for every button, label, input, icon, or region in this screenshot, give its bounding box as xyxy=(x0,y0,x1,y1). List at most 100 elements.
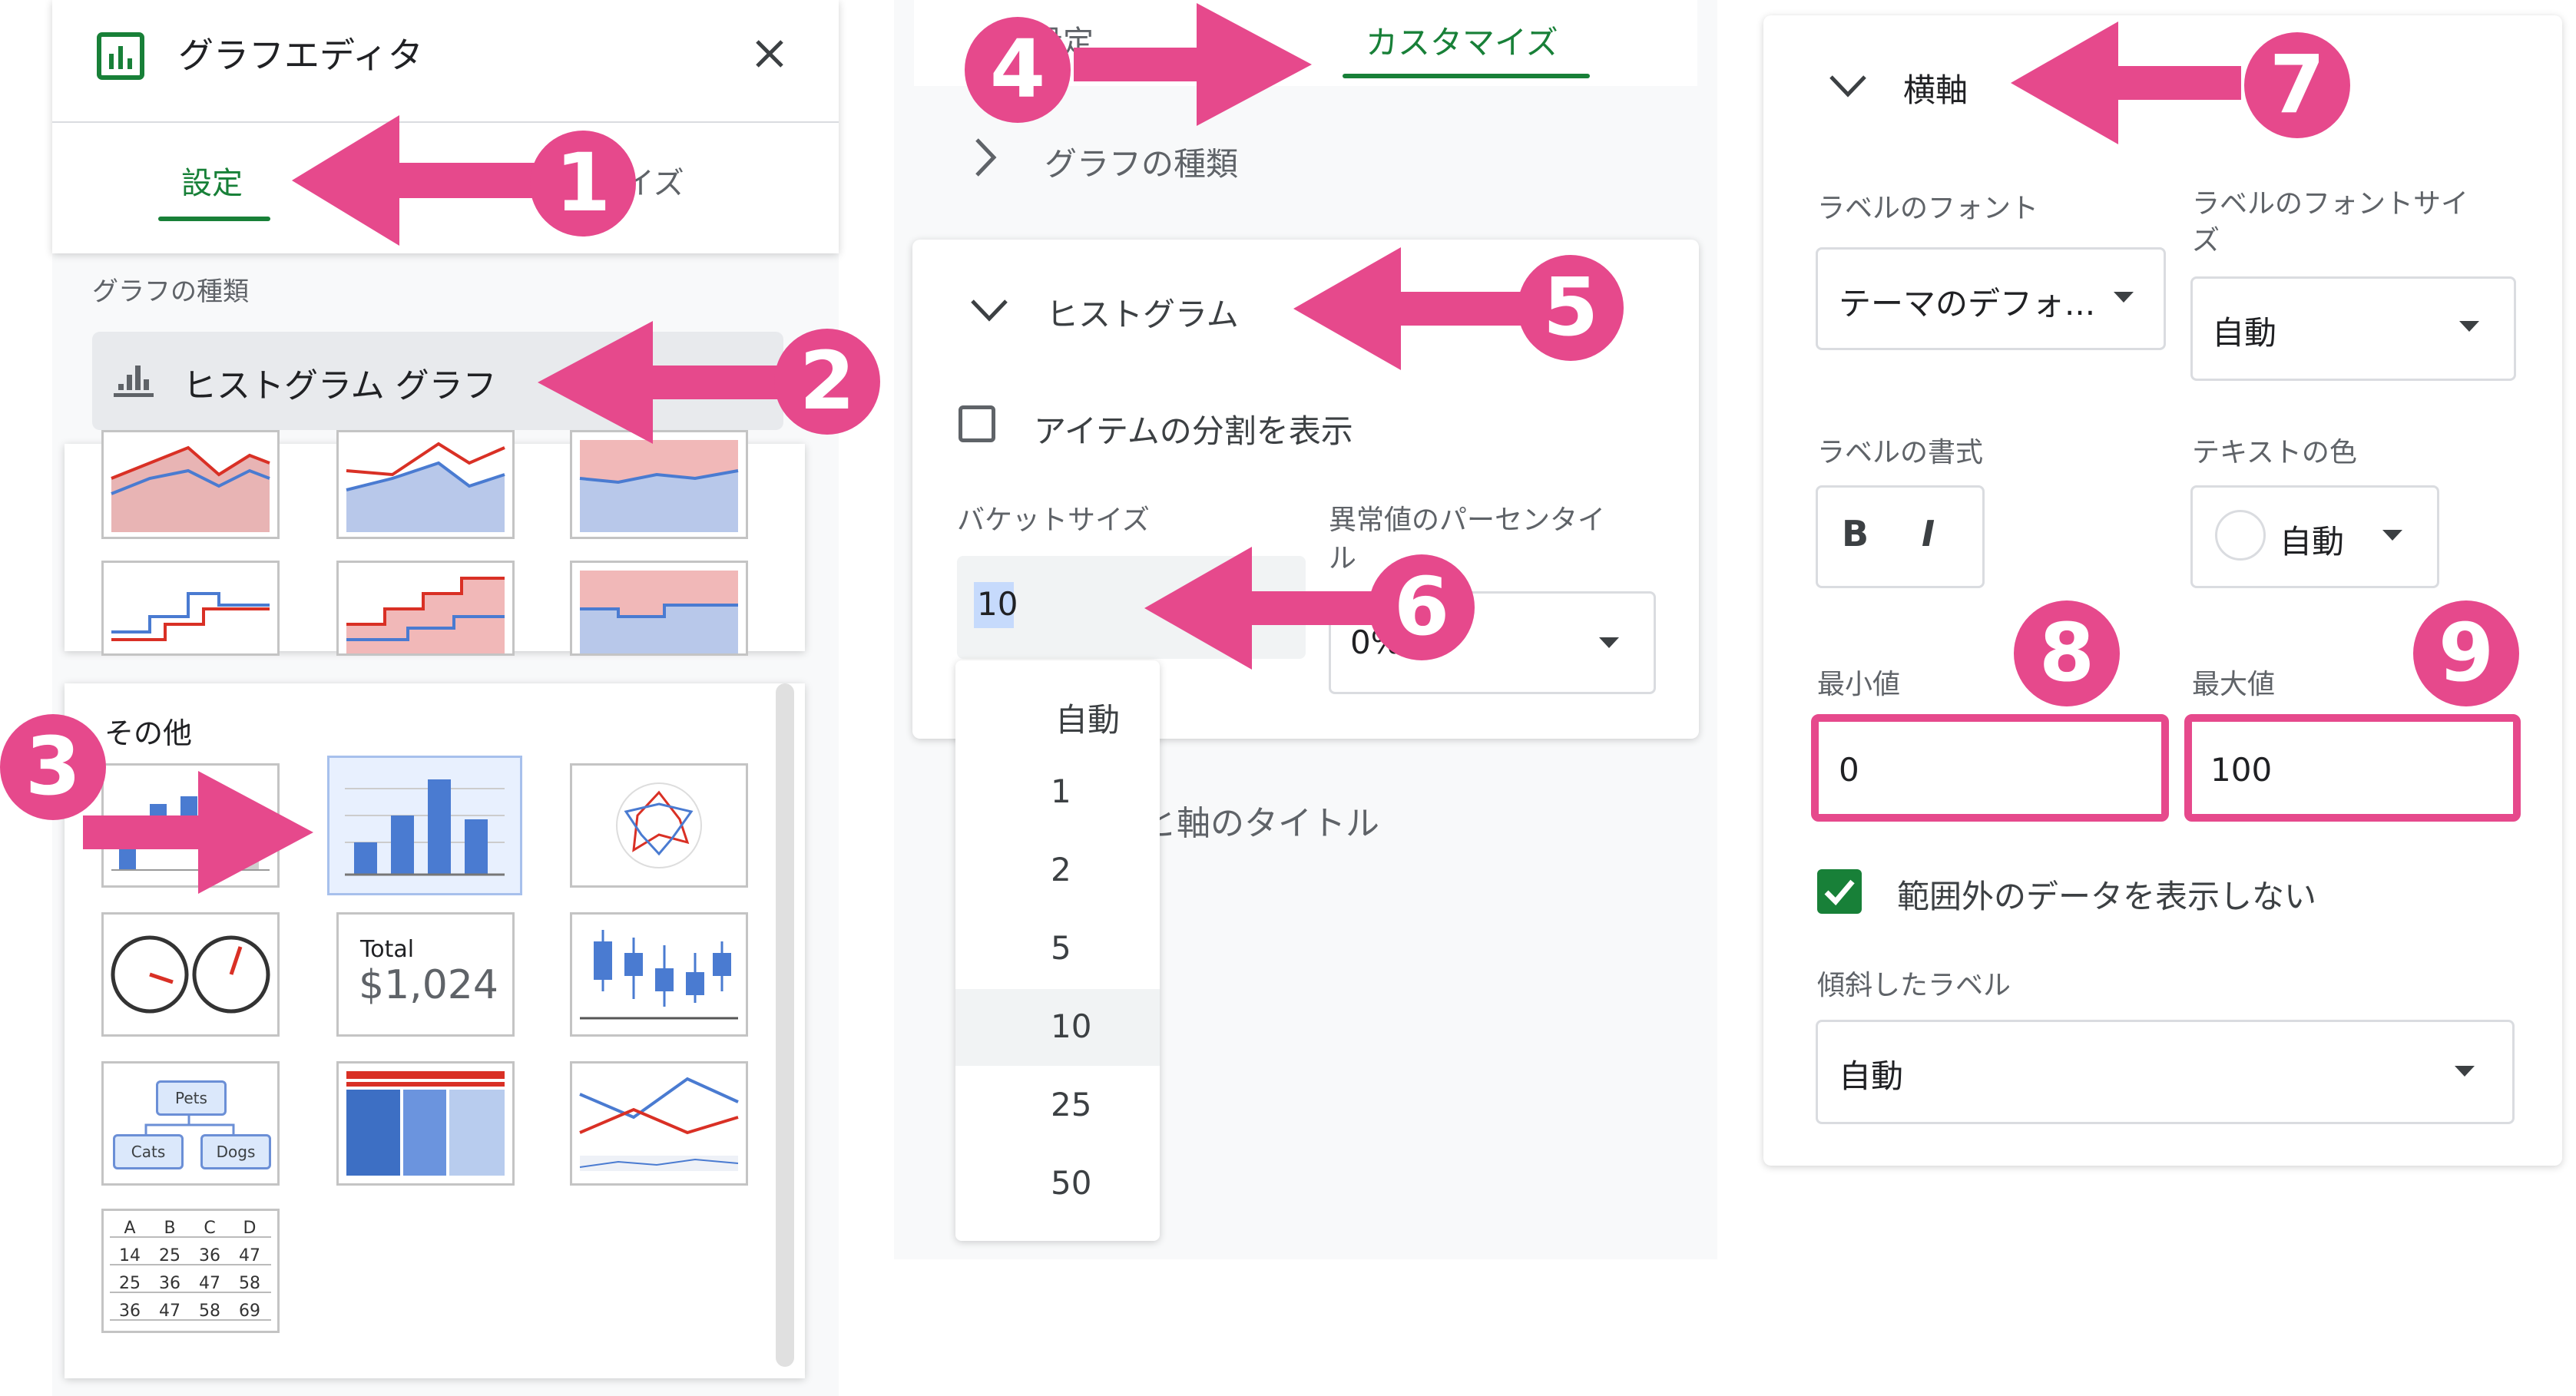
chart-thumb-stepped-area[interactable] xyxy=(336,561,515,656)
close-icon[interactable] xyxy=(753,37,786,71)
mini-table-cell: 47 xyxy=(239,1245,260,1265)
min-value: 0 xyxy=(1839,751,1859,789)
horizontal-axis-title[interactable]: 横軸 xyxy=(1903,65,1968,111)
max-value-label: 最大値 xyxy=(2192,669,2276,700)
chart-thumb-candlestick[interactable] xyxy=(570,912,748,1037)
bucket-size-menu: 自動 1 2 5 10 25 50 xyxy=(955,660,1160,1241)
label-font-size-dropdown-icon xyxy=(2459,321,2479,332)
chart-thumb-gauge[interactable] xyxy=(101,912,280,1037)
mini-table-cell: 47 xyxy=(199,1273,220,1293)
checkmark-icon xyxy=(1824,879,1855,906)
chart-thumb-area-3[interactable] xyxy=(570,430,748,539)
gallery-scrollbar[interactable] xyxy=(776,683,794,1367)
chart-thumb-area-2[interactable] xyxy=(336,430,515,539)
mini-table-cell: 47 xyxy=(159,1301,180,1321)
max-value: 100 xyxy=(2210,751,2273,789)
mini-table-cell: D xyxy=(243,1218,257,1238)
annotation-badge-4: 4 xyxy=(965,17,1071,123)
chart-thumb-table[interactable]: A B C D 14 25 36 47 25 36 47 58 36 47 58 69 xyxy=(101,1209,280,1333)
bucket-option[interactable]: 1 xyxy=(955,754,1160,831)
bucket-option[interactable]: 10 xyxy=(955,989,1160,1066)
slanted-labels-select[interactable] xyxy=(1816,1020,2515,1124)
annotation-arrow-6 xyxy=(1144,547,1375,670)
annotation-badge-1: 1 xyxy=(530,131,636,237)
label-font-size-label-1: ラベルのフォントサイ xyxy=(2192,188,2469,220)
label-format-buttons xyxy=(1816,485,1985,588)
chart-icon xyxy=(97,32,144,80)
mini-table-cell: 25 xyxy=(119,1273,141,1293)
text-color-dropdown-icon xyxy=(2382,530,2402,541)
chart-thumb-stepped-area-2[interactable] xyxy=(570,561,748,656)
annotation-arrow-5 xyxy=(1293,247,1524,370)
show-dividers-label: アイテムの分割を表示 xyxy=(1034,412,1353,450)
chart-thumb-stepped[interactable] xyxy=(101,561,280,656)
annotation-badge-6: 6 xyxy=(1369,554,1475,660)
label-font-label: ラベルのフォント xyxy=(1817,193,2039,224)
bucket-option[interactable]: 2 xyxy=(955,832,1160,909)
annotation-arrow-2 xyxy=(538,321,783,444)
text-color-swatch xyxy=(2215,510,2266,561)
bucket-option-label: 5 xyxy=(1051,929,1071,967)
mini-table-cell: 14 xyxy=(119,1245,141,1265)
bucket-size-value: 10 xyxy=(977,585,1018,623)
show-dividers-checkbox[interactable] xyxy=(959,405,995,442)
outlier-label-line1: 異常値のパーセンタイ xyxy=(1329,504,1606,536)
horizontal-axis-chevron-down-icon xyxy=(1829,75,1866,98)
bucket-option[interactable]: 自動 xyxy=(955,676,1160,753)
chevron-down-icon xyxy=(971,299,1008,322)
mini-table-row: A B C D xyxy=(110,1214,271,1242)
label-font-size-value: 自動 xyxy=(2212,314,2277,352)
annotation-arrow-3 xyxy=(83,771,313,894)
bucket-option-label: 2 xyxy=(1051,851,1071,888)
bucket-option-label: 10 xyxy=(1051,1007,1092,1045)
bucket-option[interactable]: 25 xyxy=(955,1067,1160,1144)
other-section-label: その他 xyxy=(104,716,193,750)
mini-table-cell: 25 xyxy=(159,1245,180,1265)
min-value-input[interactable] xyxy=(1811,714,2169,822)
mini-table: A B C D 14 25 36 47 25 36 47 58 36 47 58 69 xyxy=(110,1214,271,1325)
hide-out-of-range-checkbox[interactable] xyxy=(1817,869,1862,914)
italic-button[interactable]: I xyxy=(1922,513,1935,554)
annotation-badge-8: 8 xyxy=(2014,600,2120,706)
chart-thumb-histogram-selected[interactable] xyxy=(327,756,522,895)
mini-table-cell: B xyxy=(164,1218,176,1238)
chart-thumb-area[interactable] xyxy=(101,430,280,539)
mini-table-cell: C xyxy=(204,1218,216,1238)
chart-thumb-scorecard[interactable]: Total $1,024 xyxy=(336,912,515,1037)
slanted-labels-dropdown-icon xyxy=(2455,1066,2475,1077)
section-chart-type[interactable]: グラフの種類 xyxy=(1045,138,1238,185)
middle-tab-customize[interactable]: カスタマイズ xyxy=(1366,17,1558,64)
mini-table-row: 14 25 36 47 xyxy=(110,1242,271,1269)
middle-tab-customize-underline xyxy=(1343,74,1590,78)
slanted-labels-label: 傾斜したラベル xyxy=(1817,970,2011,1001)
section-axis-titles-partial[interactable]: と軸のタイトル xyxy=(1143,796,1379,845)
mini-table-cell: A xyxy=(124,1218,136,1238)
bucket-option[interactable]: 50 xyxy=(955,1146,1160,1222)
bold-button[interactable]: B xyxy=(1842,513,1869,554)
mini-table-cell: 36 xyxy=(199,1245,220,1265)
bucket-size-label: バケットサイズ xyxy=(957,504,1150,536)
chart-thumb-org[interactable]: Pets Cats Dogs xyxy=(101,1061,280,1186)
tab-setup[interactable]: 設定 xyxy=(181,158,243,203)
hide-out-of-range-label: 範囲外のデータを表示しない xyxy=(1897,878,2317,915)
mini-table-row: 25 36 47 58 xyxy=(110,1269,271,1297)
chart-thumb-timeline[interactable] xyxy=(570,1061,748,1186)
bucket-option[interactable]: 5 xyxy=(955,911,1160,987)
bucket-option-label: 50 xyxy=(1051,1164,1092,1202)
chart-thumb-treemap[interactable] xyxy=(336,1061,515,1186)
bucket-option-label: 1 xyxy=(1051,772,1071,810)
annotation-arrow-4 xyxy=(1074,3,1312,126)
scorecard-value: $1,024 xyxy=(359,962,498,1008)
chart-type-value: ヒストグラム グラフ xyxy=(183,366,497,405)
org-connectors xyxy=(144,1116,235,1134)
editor-title: グラフエディタ xyxy=(178,35,423,76)
bucket-option-label: 25 xyxy=(1051,1086,1092,1123)
text-color-label: テキストの色 xyxy=(2192,437,2357,468)
text-color-value: 自動 xyxy=(2280,523,2345,561)
bucket-option-label: 自動 xyxy=(1055,701,1121,739)
chart-thumb-radar[interactable] xyxy=(570,763,748,888)
label-font-dropdown-icon xyxy=(2114,292,2134,303)
outlier-dropdown-icon xyxy=(1599,637,1619,648)
section-histogram[interactable]: ヒストグラム xyxy=(1046,289,1239,336)
mini-table-cell: 36 xyxy=(159,1273,180,1293)
